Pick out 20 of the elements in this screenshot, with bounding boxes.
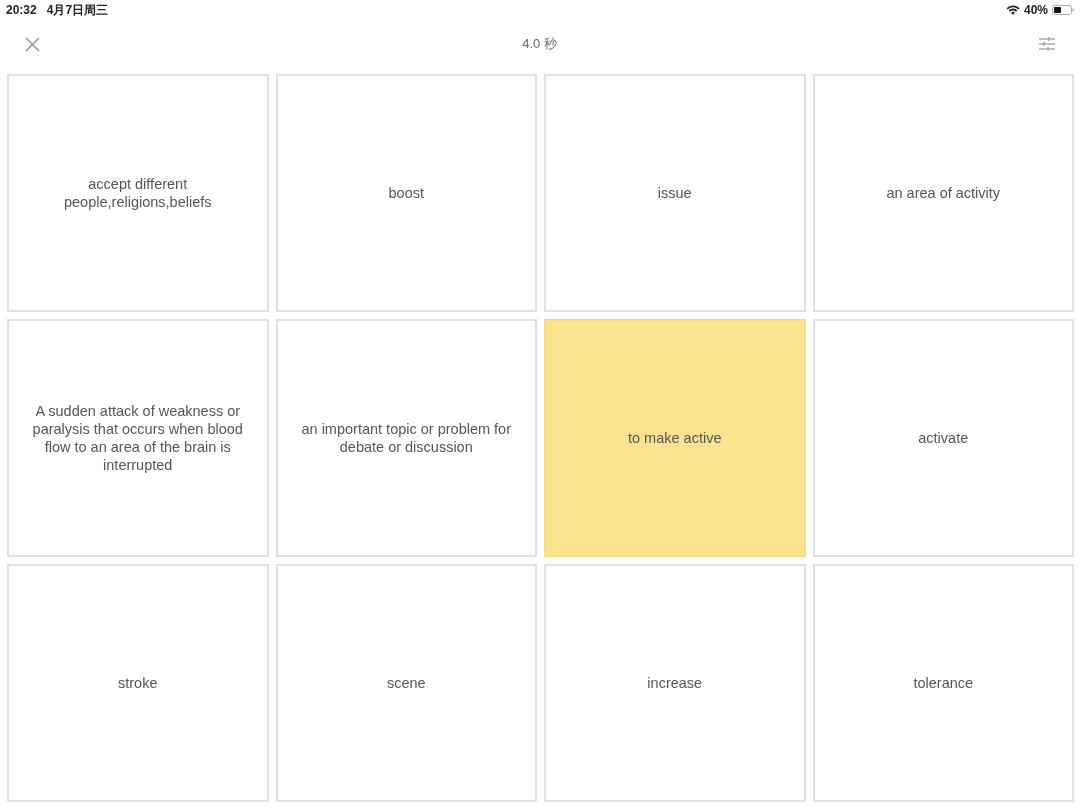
word-card[interactable]: accept different people,religions,beliefs bbox=[7, 74, 269, 312]
word-card[interactable]: to make active bbox=[544, 319, 806, 557]
word-card[interactable]: activate bbox=[812, 319, 1074, 557]
word-card[interactable]: A sudden attack of weakness or paralysis that occurs when blood flow to an area of the brain is interrupted bbox=[7, 319, 269, 557]
word-card[interactable]: an important topic or problem for debate or discussion bbox=[275, 319, 537, 557]
sliders-icon[interactable] bbox=[1038, 36, 1056, 52]
status-date: 4月7日周三 bbox=[46, 1, 109, 19]
word-card[interactable]: tolerance bbox=[812, 564, 1074, 802]
word-card[interactable]: scene bbox=[275, 564, 537, 802]
wifi-icon bbox=[1005, 5, 1020, 15]
word-card[interactable]: increase bbox=[544, 564, 806, 802]
word-card[interactable]: an area of activity bbox=[812, 74, 1074, 312]
close-icon[interactable] bbox=[24, 35, 41, 53]
battery-percent: 40% bbox=[1023, 3, 1048, 17]
timer-label: 4.0 秒 bbox=[522, 35, 557, 53]
status-time: 20:32 bbox=[6, 3, 37, 17]
battery-icon bbox=[1052, 5, 1074, 15]
word-card[interactable]: issue bbox=[544, 74, 806, 312]
word-card[interactable]: boost bbox=[275, 74, 537, 312]
word-card[interactable]: stroke bbox=[7, 564, 269, 802]
